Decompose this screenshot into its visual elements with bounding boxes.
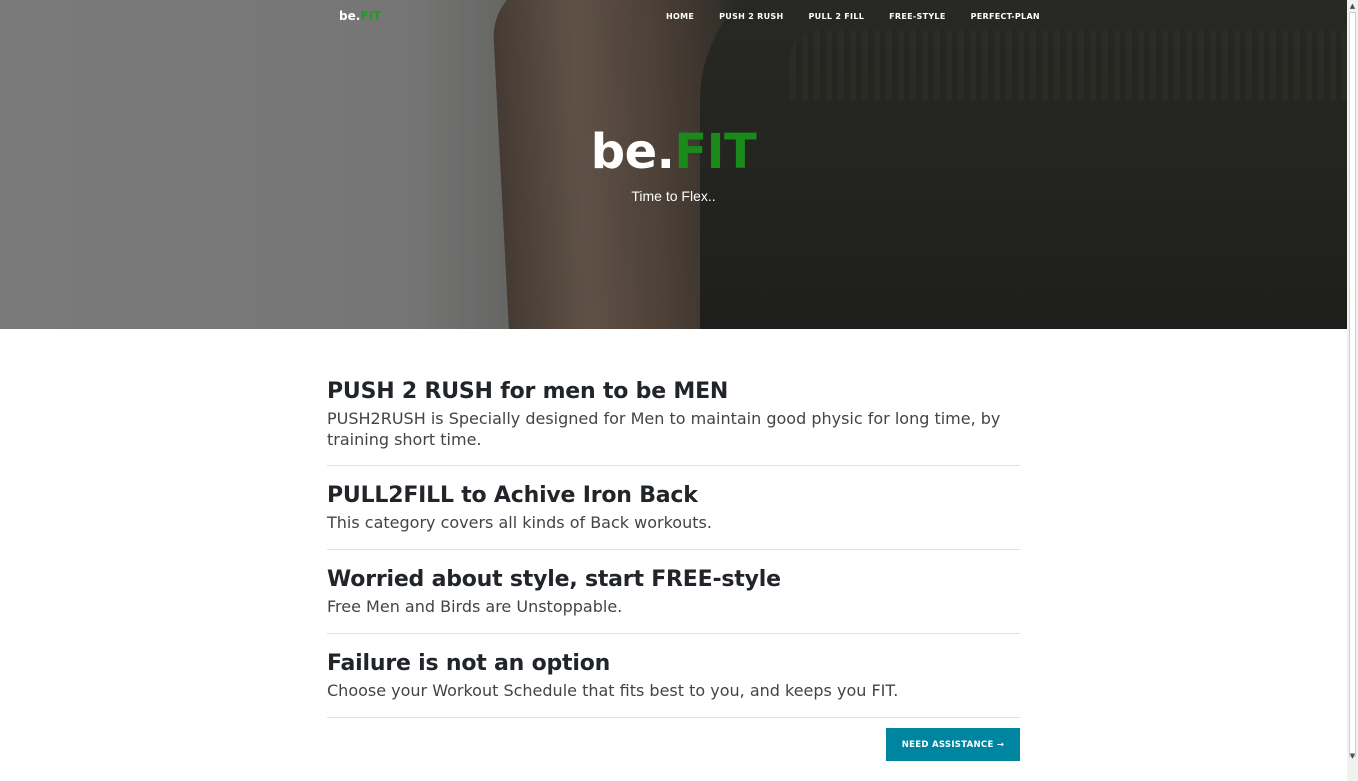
nav-link-free-style[interactable]: FREE-STYLE [889, 12, 945, 21]
post-subtitle: This category covers all kinds of Back w… [327, 513, 712, 532]
post-preview-push-2-rush[interactable]: PUSH 2 RUSH for men to be MEN PUSH2RUSH … [327, 378, 1020, 466]
post-title[interactable]: Worried about style, start FREE-style [327, 566, 1020, 594]
post-subtitle: PUSH2RUSH is Specially designed for Men … [327, 409, 1001, 449]
hero-header: be.FIT Time to Flex.. [0, 0, 1347, 329]
hero-title: be.FIT [0, 124, 1347, 180]
brand-prefix: be. [339, 9, 361, 23]
scroll-down-arrow-icon[interactable]: ▼ [1347, 750, 1358, 761]
page-scrollbar[interactable]: ▲ ▼ [1347, 0, 1358, 781]
post-title[interactable]: PULL2FILL to Achive Iron Back [327, 482, 1020, 510]
nav-link-perfect-plan[interactable]: PERFECT-PLAN [971, 12, 1040, 21]
nav-link-push-2-rush[interactable]: PUSH 2 RUSH [719, 12, 783, 21]
post-title[interactable]: PUSH 2 RUSH for men to be MEN [327, 378, 1020, 406]
post-subtitle: Free Men and Birds are Unstoppable. [327, 597, 623, 616]
nav-link-home[interactable]: HOME [666, 12, 694, 21]
nav-links: HOME PUSH 2 RUSH PULL 2 FILL FREE-STYLE … [666, 12, 1040, 21]
post-subtitle: Choose your Workout Schedule that fits b… [327, 681, 899, 700]
post-preview-perfect-plan[interactable]: Failure is not an option Choose your Wor… [327, 634, 1020, 718]
hero-title-suffix: FIT [674, 124, 757, 180]
top-navbar: be.FIT HOME PUSH 2 RUSH PULL 2 FILL FREE… [0, 0, 1347, 34]
brand-suffix: FIT [360, 9, 382, 23]
post-preview-free-style[interactable]: Worried about style, start FREE-style Fr… [327, 550, 1020, 634]
scroll-up-arrow-icon[interactable]: ▲ [1347, 0, 1358, 11]
scrollbar-thumb[interactable] [1349, 12, 1356, 757]
post-title[interactable]: Failure is not an option [327, 650, 1020, 678]
post-list: PUSH 2 RUSH for men to be MEN PUSH2RUSH … [327, 378, 1020, 718]
navbar-brand-link[interactable]: be.FIT [339, 9, 381, 23]
hero-subtitle: Time to Flex.. [631, 188, 716, 204]
hero-title-prefix: be. [590, 124, 675, 180]
post-preview-pull2fill[interactable]: PULL2FILL to Achive Iron Back This categ… [327, 466, 1020, 550]
need-assistance-button[interactable]: NEED ASSISTANCE → [886, 728, 1020, 761]
nav-link-pull-2-fill[interactable]: PULL 2 FILL [809, 12, 865, 21]
